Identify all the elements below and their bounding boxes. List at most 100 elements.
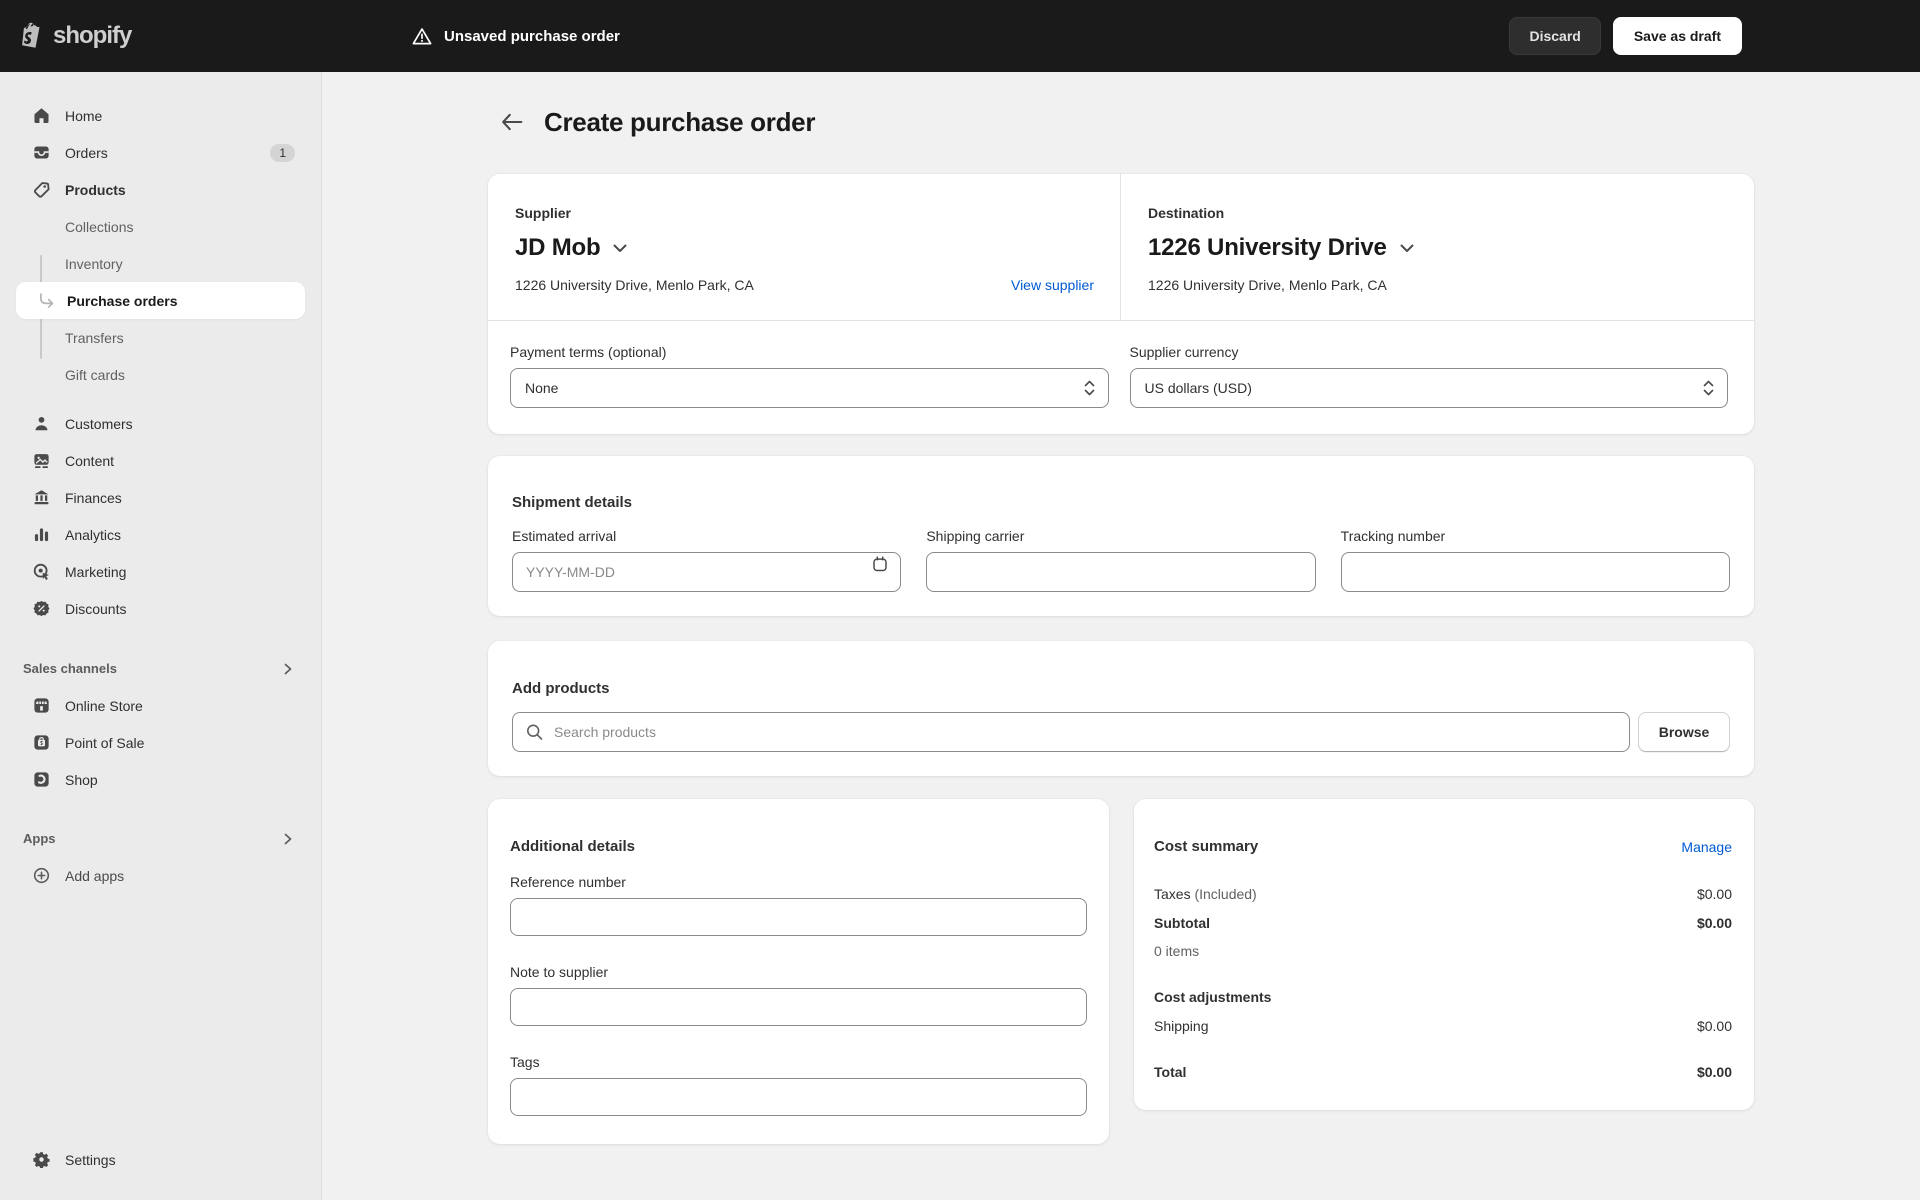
additional-details-heading: Additional details xyxy=(510,838,1087,855)
sidebar-item-collections[interactable]: Collections xyxy=(16,208,305,245)
reference-number-label: Reference number xyxy=(510,874,1087,890)
discounts-badge-icon xyxy=(33,600,50,617)
additional-details-card: Additional details Reference number Note… xyxy=(488,799,1109,1144)
cost-adjustments-row: Cost adjustments xyxy=(1154,989,1732,1005)
supplier-currency-select[interactable]: US dollars (USD) xyxy=(1130,368,1729,408)
sidebar-item-inventory[interactable]: Inventory xyxy=(16,245,305,282)
page-title: Create purchase order xyxy=(544,107,815,138)
shipping-carrier-input[interactable] xyxy=(926,552,1315,592)
discard-button[interactable]: Discard xyxy=(1509,17,1600,55)
total-label: Total xyxy=(1154,1064,1186,1080)
sidebar-item-label: Inventory xyxy=(65,256,123,272)
marketing-target-icon xyxy=(33,563,50,580)
sidebar-item-label: Home xyxy=(65,108,102,124)
supplier-label: Supplier xyxy=(515,205,1094,221)
unsaved-status: Unsaved purchase order xyxy=(412,0,620,72)
sidebar-item-home[interactable]: Home xyxy=(16,97,305,134)
sidebar-item-purchase-orders[interactable]: Purchase orders xyxy=(16,282,305,319)
customers-icon xyxy=(33,415,50,432)
sidebar-item-add-apps[interactable]: Add apps xyxy=(16,857,305,894)
orders-count-badge: 1 xyxy=(270,144,295,162)
sidebar-item-label: Transfers xyxy=(65,330,124,346)
tags-label: Tags xyxy=(510,1054,1087,1070)
gear-icon xyxy=(33,1151,50,1168)
payment-terms-field: Payment terms (optional) None xyxy=(510,344,1109,408)
view-supplier-link[interactable]: View supplier xyxy=(1011,277,1094,293)
search-products-input[interactable] xyxy=(512,712,1630,752)
shop-icon xyxy=(33,771,50,788)
sidebar-item-discounts[interactable]: Discounts xyxy=(16,590,305,627)
note-to-supplier-field: Note to supplier xyxy=(510,964,1087,1026)
sidebar-item-transfers[interactable]: Transfers xyxy=(16,319,305,356)
supplier-dropdown[interactable]: JD Mob xyxy=(515,234,627,262)
note-to-supplier-label: Note to supplier xyxy=(510,964,1087,980)
sidebar-item-orders[interactable]: Orders 1 xyxy=(16,134,305,171)
apps-header[interactable]: Apps xyxy=(16,820,305,857)
products-tag-icon xyxy=(33,181,50,198)
tags-input[interactable] xyxy=(510,1078,1087,1116)
shipping-carrier-label: Shipping carrier xyxy=(926,528,1315,544)
estimated-arrival-label: Estimated arrival xyxy=(512,528,901,544)
shipping-carrier-field: Shipping carrier xyxy=(926,528,1315,592)
supplier-address: 1226 University Drive, Menlo Park, CA xyxy=(515,277,754,293)
note-to-supplier-input[interactable] xyxy=(510,988,1087,1026)
browse-button[interactable]: Browse xyxy=(1638,712,1730,752)
sidebar-item-label: Products xyxy=(65,182,126,198)
save-as-draft-button[interactable]: Save as draft xyxy=(1613,17,1742,55)
sidebar-item-gift-cards[interactable]: Gift cards xyxy=(16,356,305,393)
subtotal-label: Subtotal xyxy=(1154,915,1210,931)
shipment-details-card: Shipment details Estimated arrival Shipp… xyxy=(488,456,1754,616)
sidebar-item-settings[interactable]: Settings xyxy=(16,1141,305,1178)
reference-number-field: Reference number xyxy=(510,874,1087,936)
sales-channels-header[interactable]: Sales channels xyxy=(16,650,305,687)
content-icon xyxy=(33,452,50,469)
back-button[interactable] xyxy=(498,108,526,136)
subtotal-row: Subtotal $0.00 xyxy=(1154,915,1732,931)
sidebar-item-content[interactable]: Content xyxy=(16,442,305,479)
destination-address: 1226 University Drive, Menlo Park, CA xyxy=(1148,277,1387,293)
sidebar-item-products[interactable]: Products xyxy=(16,171,305,208)
branch-arrow-icon xyxy=(39,292,56,309)
destination-dropdown[interactable]: 1226 University Drive xyxy=(1148,234,1414,262)
home-icon xyxy=(33,107,50,124)
chevron-right-icon xyxy=(283,663,293,675)
sidebar-item-label: Analytics xyxy=(65,527,121,543)
add-products-card: Add products Browse xyxy=(488,641,1754,775)
sidebar-item-label: Customers xyxy=(65,416,133,432)
shopify-wordmark: shopify xyxy=(53,22,131,50)
sidebar-item-online-store[interactable]: Online Store xyxy=(16,687,305,724)
total-row: Total $0.00 xyxy=(1154,1064,1732,1080)
sidebar-item-label: Point of Sale xyxy=(65,735,144,751)
supplier-currency-value: US dollars (USD) xyxy=(1145,380,1252,396)
payment-terms-label: Payment terms (optional) xyxy=(510,344,1109,360)
sidebar-item-analytics[interactable]: Analytics xyxy=(16,516,305,553)
warning-icon xyxy=(412,27,432,46)
chevron-down-icon xyxy=(613,244,627,253)
reference-number-input[interactable] xyxy=(510,898,1087,936)
sidebar-item-label: Purchase orders xyxy=(67,293,178,309)
manage-link[interactable]: Manage xyxy=(1681,839,1732,855)
destination-label: Destination xyxy=(1148,205,1728,221)
sidebar-item-label: Content xyxy=(65,453,114,469)
shipment-details-heading: Shipment details xyxy=(512,494,1730,511)
sidebar-item-label: Online Store xyxy=(65,698,143,714)
sidebar-item-label: Discounts xyxy=(65,601,126,617)
sidebar-item-finances[interactable]: Finances xyxy=(16,479,305,516)
status-text: Unsaved purchase order xyxy=(444,28,620,45)
sidebar-item-label: Shop xyxy=(65,772,98,788)
shopify-bag-icon xyxy=(20,22,46,50)
tracking-number-input[interactable] xyxy=(1341,552,1730,592)
taxes-value: $0.00 xyxy=(1697,886,1732,902)
page-header: Create purchase order xyxy=(498,102,1754,142)
shopify-logo[interactable]: shopify xyxy=(20,22,131,50)
point-of-sale-icon xyxy=(33,734,50,751)
sidebar-item-point-of-sale[interactable]: Point of Sale xyxy=(16,724,305,761)
estimated-arrival-input[interactable] xyxy=(512,552,901,592)
payment-terms-select[interactable]: None xyxy=(510,368,1109,408)
orders-icon xyxy=(33,144,50,161)
sidebar-item-customers[interactable]: Customers xyxy=(16,405,305,442)
sidebar-item-shop[interactable]: Shop xyxy=(16,761,305,798)
sidebar-item-marketing[interactable]: Marketing xyxy=(16,553,305,590)
shipping-row: Shipping $0.00 xyxy=(1154,1018,1732,1034)
sidebar-item-label: Add apps xyxy=(65,868,124,884)
